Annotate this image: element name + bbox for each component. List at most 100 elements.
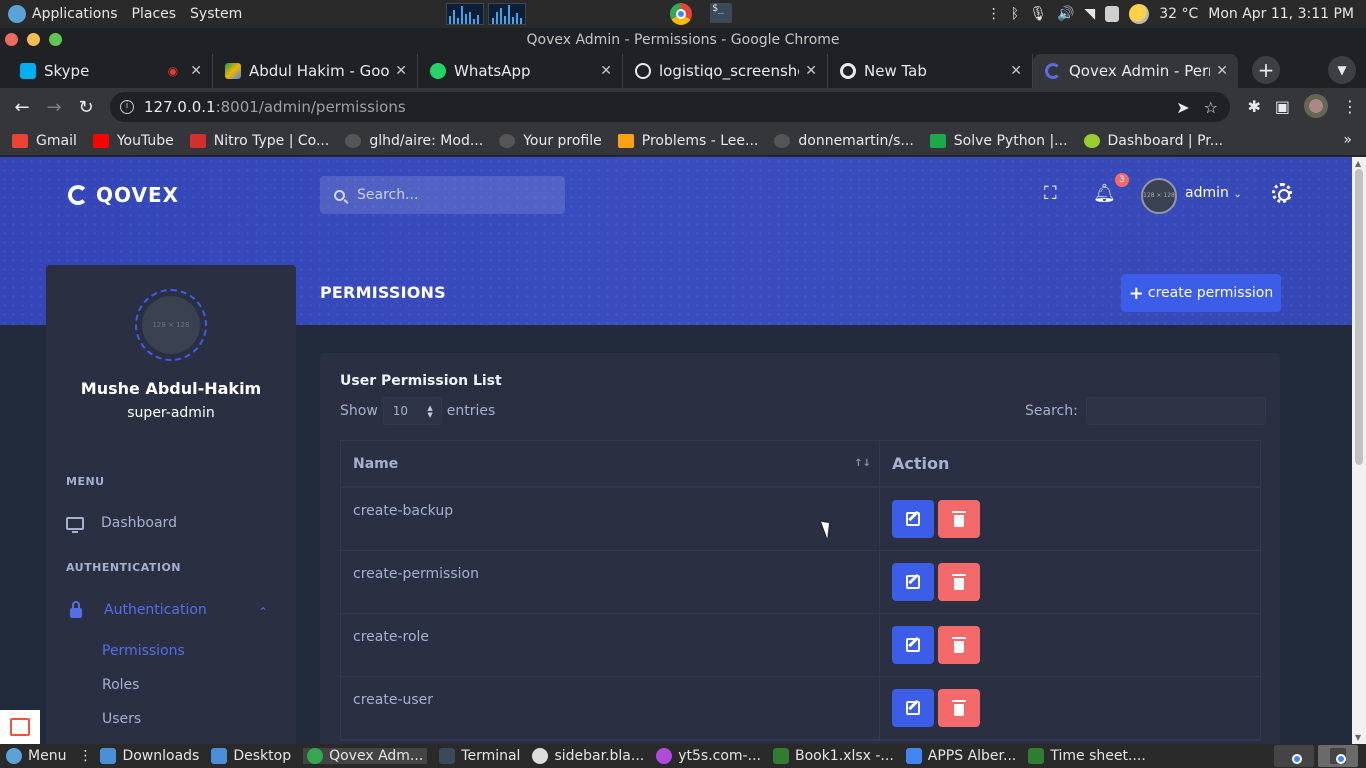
bookmark-youtube[interactable]: YouTube [92, 133, 174, 149]
user-dropdown[interactable]: admin ⌄ [1185, 185, 1242, 201]
new-tab-button[interactable]: + [1252, 56, 1280, 84]
terminal-launcher-icon[interactable]: $_ [710, 3, 732, 23]
sidebar-avatar: 128 × 128 [135, 289, 207, 361]
tab-skype[interactable]: Skype ◉ ✕ [8, 54, 213, 88]
workspace-2-chrome-icon[interactable] [1318, 745, 1358, 767]
scroll-down-icon[interactable]: ▼ [1355, 733, 1361, 742]
chrome-launcher-icon[interactable] [670, 3, 692, 25]
taskbar-downloads[interactable]: Downloads [100, 748, 199, 764]
bookmark-donnemartin[interactable]: donnemartin/s... [774, 133, 914, 149]
laravel-debugbar-icon[interactable] [0, 710, 40, 744]
bookmark-gmail[interactable]: Gmail [12, 133, 77, 149]
extensions-icon[interactable]: ✱ [1247, 97, 1260, 116]
taskbar-book1[interactable]: Book1.xlsx -... [772, 748, 894, 764]
tab-google-drive[interactable]: Abdul Hakim - Googl ✕ [213, 54, 418, 88]
volume-icon[interactable]: 🔊 [1057, 6, 1074, 22]
tab-qovex-admin[interactable]: Qovex Admin - Perm ✕ [1033, 54, 1238, 88]
bookmark-dashboard[interactable]: Dashboard | Pr... [1083, 133, 1223, 149]
delete-button[interactable] [938, 563, 980, 601]
send-icon[interactable]: ➤ [1176, 98, 1189, 117]
bluetooth-icon[interactable]: ᛒ [1011, 6, 1019, 22]
page-scrollbar[interactable]: ▲ ▼ [1352, 157, 1366, 744]
header-search-input[interactable]: Search... [320, 176, 565, 214]
close-tab-icon[interactable]: ✕ [1010, 63, 1022, 79]
distro-logo-icon[interactable] [8, 5, 26, 23]
scroll-up-icon[interactable]: ▲ [1355, 159, 1361, 168]
sidebar-item-users[interactable]: Users [102, 711, 141, 727]
minimize-window-button[interactable] [27, 33, 40, 46]
sidebar-item-permissions[interactable]: Permissions [102, 643, 185, 659]
weather-icon[interactable] [1129, 4, 1150, 24]
taskbar-time-sheet[interactable]: Time sheet.... [1028, 748, 1146, 764]
sidebar-item-dashboard[interactable]: Dashboard [66, 515, 177, 533]
edit-button[interactable] [892, 689, 934, 727]
bookmark-your-profile[interactable]: Your profile [499, 133, 602, 149]
bookmark-leetcode[interactable]: Problems - Lee... [617, 133, 758, 149]
bell-icon[interactable]: 🔔︎ [1093, 183, 1116, 204]
delete-button[interactable] [938, 500, 980, 538]
os-menu-system[interactable]: System [190, 6, 242, 22]
tab-new-tab[interactable]: New Tab ✕ [828, 54, 1033, 88]
sidebar-item-authentication[interactable]: Authentication [66, 600, 207, 618]
tab-whatsapp[interactable]: WhatsApp ✕ [418, 54, 623, 88]
clock[interactable]: Mon Apr 11, 3:11 PM [1208, 6, 1354, 22]
page-length-select[interactable]: 10 ▲ ▼ [382, 397, 442, 425]
taskbar-terminal[interactable]: Terminal [439, 748, 520, 764]
bookmark-glhd-aire[interactable]: glhd/aire: Mod... [345, 133, 483, 149]
window-titlebar[interactable]: Qovex Admin - Permissions - Google Chrom… [0, 28, 1366, 52]
bookmark-star-icon[interactable]: ☆ [1204, 98, 1218, 117]
taskbar-yt5s[interactable]: yt5s.com-... [656, 748, 761, 764]
delete-button[interactable] [938, 689, 980, 727]
sidebar-item-roles[interactable]: Roles [102, 677, 139, 693]
delete-button[interactable] [938, 626, 980, 664]
microphone-icon[interactable]: 🎙 [1029, 6, 1047, 22]
os-menu-applications[interactable]: Applications [32, 6, 118, 22]
edit-button[interactable] [892, 500, 934, 538]
bookmark-nitro-type[interactable]: Nitro Type | Co... [189, 133, 329, 149]
close-tab-icon[interactable]: ✕ [805, 63, 817, 79]
side-panel-icon[interactable]: ▣ [1275, 97, 1290, 116]
edit-button[interactable] [892, 626, 934, 664]
site-info-icon[interactable]: i [120, 100, 134, 114]
scrollbar-thumb[interactable] [1355, 169, 1363, 465]
system-monitor-graphs[interactable] [446, 3, 526, 25]
close-tab-icon[interactable]: ✕ [395, 63, 407, 79]
close-tab-icon[interactable]: ✕ [1216, 63, 1228, 79]
taskbar-menu[interactable]: Menu [6, 748, 66, 764]
reload-icon[interactable]: ↻ [70, 97, 102, 118]
battery-icon[interactable] [1105, 6, 1120, 22]
brand-logo[interactable]: QOVEX [68, 183, 179, 207]
taskbar-apps-alber[interactable]: APPS Alber... [905, 748, 1016, 764]
tab-search-button[interactable]: ▼ [1328, 56, 1356, 84]
chevron-down-icon: ⌄ [1233, 189, 1242, 200]
temperature[interactable]: 32 °C [1159, 6, 1198, 22]
more-vert-icon[interactable]: ⋮ [987, 6, 1001, 22]
close-window-button[interactable] [5, 33, 18, 46]
settings-gear-icon[interactable] [1272, 183, 1292, 203]
address-bar[interactable]: i 127.0.0.1 :8001 /admin/permissions ➤ ☆ [110, 92, 1230, 122]
taskbar-desktop[interactable]: Desktop [211, 748, 291, 764]
back-arrow-icon[interactable]: ← [6, 97, 38, 118]
taskbar-qovex-admin[interactable]: Qovex Adm... [303, 748, 428, 764]
create-permission-button[interactable]: + create permission [1121, 274, 1281, 312]
bookmark-hackerrank[interactable]: Solve Python |... [929, 133, 1068, 149]
taskbar-sidebar-blade[interactable]: sidebar.bla... [532, 748, 644, 764]
close-tab-icon[interactable]: ✕ [190, 63, 202, 79]
profile-avatar[interactable] [1304, 94, 1328, 118]
fullscreen-icon[interactable]: ⛶ [1044, 183, 1057, 204]
more-bookmarks-icon[interactable]: » [1343, 132, 1352, 148]
workspace-1-chrome-icon[interactable] [1274, 745, 1314, 767]
table-search-input[interactable] [1085, 397, 1266, 425]
chrome-menu-icon[interactable]: ⋮ [1342, 97, 1358, 116]
edit-button[interactable] [892, 563, 934, 601]
os-menu-places[interactable]: Places [132, 6, 177, 22]
tab-logistiqo[interactable]: logistiqo_screenshot ✕ [623, 54, 828, 88]
header-avatar[interactable]: 128 × 128 [1141, 178, 1177, 214]
forward-arrow-icon[interactable]: → [38, 97, 70, 118]
close-tab-icon[interactable]: ✕ [600, 63, 612, 79]
wifi-icon[interactable]: ◥ [1084, 6, 1095, 22]
chevron-up-icon[interactable]: ⌃ [258, 605, 268, 619]
tab-label: Qovex Admin - Perm [1069, 62, 1211, 80]
column-header-name[interactable]: Name ↑↓ [341, 441, 880, 486]
maximize-window-button[interactable] [49, 33, 62, 46]
